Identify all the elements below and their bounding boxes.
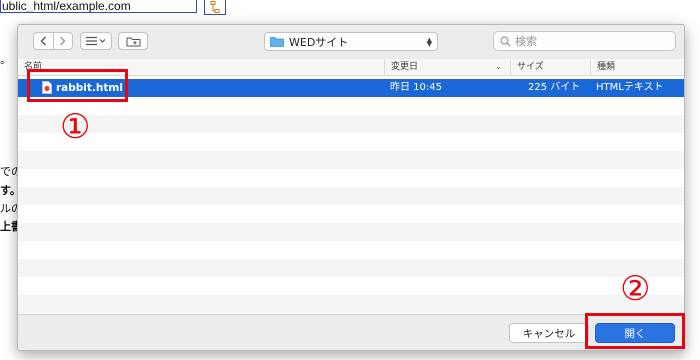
- chevron-right-icon: [60, 36, 66, 46]
- empty-row: [18, 133, 684, 151]
- background-text: す。: [0, 185, 18, 197]
- background-tree-button: [204, 0, 226, 15]
- file-size: 225 バイト: [528, 82, 581, 93]
- annotation-step-2: ②: [620, 269, 651, 309]
- column-modified[interactable]: 変更日 ⌄: [384, 59, 510, 75]
- cancel-button[interactable]: キャンセル: [509, 323, 589, 343]
- empty-row: [18, 115, 684, 133]
- empty-row: [18, 205, 684, 223]
- background-text: 上書: [0, 221, 18, 233]
- file-kind: HTMLテキスト: [596, 82, 664, 93]
- file-modified: 昨日 10:45: [390, 82, 442, 93]
- new-folder-button[interactable]: [118, 32, 148, 50]
- annotation-step-1: ①: [60, 107, 91, 147]
- empty-row: [18, 169, 684, 187]
- column-size[interactable]: サイズ: [510, 59, 590, 75]
- back-forward-buttons: [33, 32, 73, 50]
- view-options-button[interactable]: [80, 32, 112, 50]
- dialog-toolbar: WEDサイト ▲ ▼ 検索: [18, 25, 684, 59]
- empty-row: [18, 223, 684, 241]
- location-popup[interactable]: WEDサイト ▲ ▼: [264, 32, 438, 51]
- chevron-left-icon: [40, 36, 46, 46]
- annotation-highlight-open: [585, 313, 685, 349]
- background-text: °: [0, 60, 5, 72]
- folder-icon: [270, 37, 284, 47]
- empty-row: [18, 241, 684, 259]
- back-button[interactable]: [34, 33, 53, 49]
- annotation-highlight-file: [27, 69, 128, 102]
- column-kind[interactable]: 種類: [590, 59, 684, 75]
- search-placeholder: 検索: [515, 35, 537, 48]
- sitemap-icon: [210, 1, 220, 13]
- list-view-icon: [86, 36, 106, 46]
- empty-row: [18, 259, 684, 277]
- empty-row: [18, 277, 684, 295]
- background-url-field: ublic_html/example.com: [0, 0, 197, 13]
- background-text: ルの: [0, 203, 18, 215]
- chevron-updown-icon: ▲ ▼: [426, 35, 432, 48]
- search-icon: [500, 35, 511, 46]
- empty-row: [18, 295, 684, 313]
- location-label: WEDサイト: [289, 35, 349, 49]
- forward-button[interactable]: [53, 33, 72, 49]
- new-folder-icon: [126, 37, 140, 46]
- search-field[interactable]: 検索: [493, 31, 676, 51]
- empty-row: [18, 187, 684, 205]
- sort-chevron-icon: ⌄: [495, 62, 502, 71]
- background-text: での: [0, 166, 18, 178]
- empty-row: [18, 151, 684, 169]
